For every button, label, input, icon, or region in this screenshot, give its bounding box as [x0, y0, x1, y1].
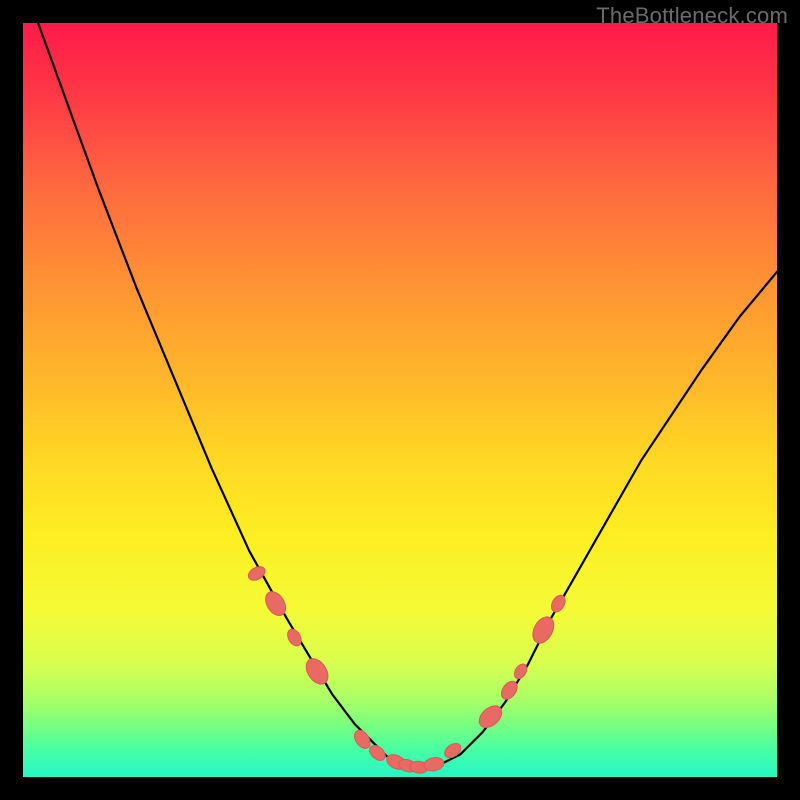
highlight-marker: [351, 727, 373, 751]
marker-group: [246, 564, 568, 774]
highlight-marker: [442, 741, 464, 761]
highlight-marker: [285, 627, 304, 648]
highlight-marker: [475, 702, 506, 732]
highlight-marker: [262, 588, 290, 619]
watermark-text: TheBottleneck.com: [596, 3, 788, 29]
highlight-marker: [529, 613, 558, 646]
highlight-marker: [423, 756, 445, 773]
highlight-marker: [498, 678, 520, 702]
highlight-marker: [512, 662, 529, 681]
highlight-marker: [397, 757, 418, 774]
chart-plot-area: [23, 23, 777, 777]
highlight-marker: [246, 564, 267, 583]
highlight-marker: [409, 760, 428, 774]
chart-svg: [23, 23, 777, 777]
highlight-marker: [302, 655, 333, 688]
highlight-marker: [384, 752, 408, 772]
highlight-marker: [367, 742, 388, 763]
bottleneck-curve: [38, 23, 777, 768]
highlight-marker: [549, 593, 568, 614]
